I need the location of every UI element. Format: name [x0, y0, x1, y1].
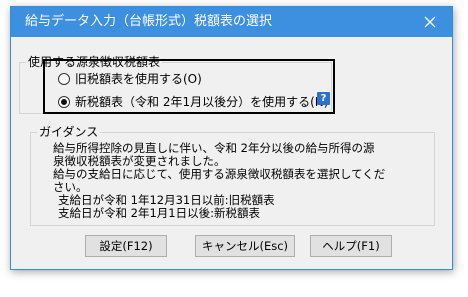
settings-button[interactable]: 設定(F12)	[85, 235, 167, 257]
cancel-button[interactable]: キャンセル(Esc)	[195, 235, 295, 257]
old-table-label: 旧税額表を使用する(O)	[75, 72, 202, 86]
old-table-option[interactable]: 旧税額表を使用する(O)	[58, 70, 202, 87]
close-icon	[424, 16, 436, 28]
new-table-radio[interactable]	[58, 95, 70, 108]
window-title: 給与データ入力（台帳形式）税額表の選択	[25, 14, 273, 29]
guidance-line: 支給日が令和 2年1月1日以後:新税額表	[58, 206, 260, 220]
title-bar: 給与データ入力（台帳形式）税額表の選択	[11, 7, 452, 37]
old-table-radio[interactable]	[58, 72, 70, 85]
close-button[interactable]	[408, 7, 452, 37]
help-icon[interactable]: ?	[317, 92, 330, 105]
guidance-text: 給与所得控除の見直しに伴い、令和 2年分以後の給与所得の源 泉徴収税額表が変更さ…	[53, 142, 385, 220]
new-table-option[interactable]: 新税額表（令和 2年1月以後分）を使用する(N)	[58, 93, 328, 110]
guidance-group-label: ガイダンス	[37, 124, 101, 140]
new-table-label: 新税額表（令和 2年1月以後分）を使用する(N)	[75, 95, 329, 109]
guidance-line: 給与の支給日に応じて、使用する源泉徴収税額表を選択してくだ	[53, 167, 386, 181]
help-button[interactable]: ヘルプ(F1)	[310, 235, 392, 257]
guidance-group: ガイダンス 給与所得控除の見直しに伴い、令和 2年分以後の給与所得の源 泉徴収税…	[30, 124, 435, 226]
